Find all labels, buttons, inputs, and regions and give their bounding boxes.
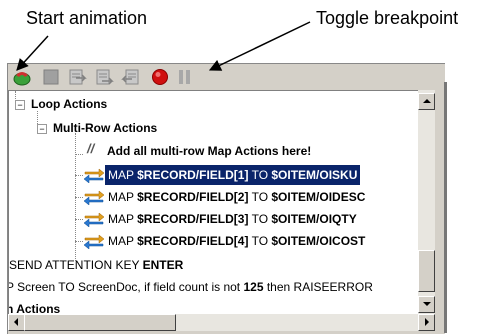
pause-button[interactable] [175, 67, 195, 87]
step-over-icon [96, 69, 114, 85]
map-prefix: MAP [108, 168, 138, 182]
step-into-button[interactable] [67, 67, 87, 87]
map-to: TO [248, 234, 272, 248]
arrow-right-icon [425, 318, 429, 326]
map-target: $OITEM/OIQTY [271, 212, 357, 226]
pause-icon [179, 70, 190, 84]
horizontal-scrollbar[interactable] [8, 314, 435, 331]
breakpoint-red-dot-icon [152, 69, 168, 85]
comment-text: Add all multi-row Map Actions here! [107, 144, 312, 158]
map-prefix: MAP [108, 190, 138, 204]
node-label: Loop Actions [31, 97, 108, 111]
send-attention-key: ENTER [142, 258, 184, 272]
scroll-left-button[interactable] [8, 314, 25, 331]
animation-icon [13, 72, 31, 86]
start-animation-button[interactable] [12, 67, 32, 87]
map-to: TO [248, 190, 272, 204]
node-label: Multi-Row Actions [53, 121, 158, 135]
tree-node-map-2[interactable]: MAP $RECORD/FIELD[2] TO $OITEM/OIDESC [108, 187, 365, 207]
map-field: $RECORD/FIELD[1] [137, 168, 249, 182]
map-arrows-icon [83, 212, 105, 227]
map-target: $OITEM/OIDESC [271, 190, 366, 204]
map-target: $OITEM/OISKU [271, 168, 358, 182]
stop-button[interactable] [41, 67, 61, 87]
vertical-scrollbar[interactable] [418, 90, 435, 314]
map-field: $RECORD/FIELD[4] [137, 234, 249, 248]
arrow-up-icon [423, 99, 431, 103]
map-field: $RECORD/FIELD[2] [137, 190, 249, 204]
stop-square-icon [43, 69, 59, 85]
map-prefix: MAP [108, 234, 138, 248]
tree-node-comment[interactable]: Add all multi-row Map Actions here! [107, 141, 311, 161]
action-tree: − Loop Actions − Multi-Row Actions // Ad… [8, 90, 419, 315]
step-out-button[interactable] [121, 67, 141, 87]
window-shadow [444, 82, 447, 333]
arrow-left-icon [14, 318, 18, 326]
arrow-down-icon [423, 302, 431, 306]
screen-line-suffix: then RAISEERROR [263, 280, 373, 294]
horizontal-scroll-thumb[interactable] [24, 314, 176, 331]
start-animation-callout: Start animation [26, 8, 148, 28]
map-arrows-icon [83, 190, 105, 205]
tree-node-partial[interactable]: n Actions [9, 299, 60, 315]
step-into-icon [69, 69, 87, 85]
toggle-breakpoint-button[interactable] [150, 67, 170, 87]
screen-line-prefix: P Screen TO ScreenDoc, if field count is… [8, 280, 244, 294]
scroll-down-button[interactable] [418, 296, 435, 313]
tree-node-map-3[interactable]: MAP $RECORD/FIELD[3] TO $OITEM/OIQTY [108, 209, 357, 229]
map-arrows-icon [83, 168, 105, 183]
map-to: TO [248, 168, 272, 182]
tree-node-send-attention[interactable]: SEND ATTENTION KEY ENTER [9, 255, 183, 275]
toggle-breakpoint-callout: Toggle breakpoint [316, 8, 459, 28]
scroll-up-button[interactable] [418, 93, 435, 110]
map-field: $RECORD/FIELD[3] [137, 212, 249, 226]
map-target: $OITEM/OICOST [271, 234, 366, 248]
step-out-icon [121, 69, 139, 85]
map-prefix: MAP [108, 212, 138, 226]
map-arrows-icon [83, 234, 105, 249]
tree-node-multi-row-actions[interactable]: Multi-Row Actions [53, 118, 157, 138]
toolbar [8, 64, 444, 90]
step-over-button[interactable] [94, 67, 114, 87]
scroll-right-button[interactable] [418, 314, 435, 331]
collapse-toggle-loop[interactable]: − [15, 100, 25, 110]
vertical-scroll-thumb[interactable] [418, 250, 435, 292]
map-to: TO [248, 212, 272, 226]
tree-node-loop-actions[interactable]: Loop Actions [31, 94, 107, 114]
tree-node-map-4[interactable]: MAP $RECORD/FIELD[4] TO $OITEM/OICOST [108, 231, 365, 251]
collapse-toggle-multi-row[interactable]: − [37, 124, 47, 134]
comment-icon: // [87, 141, 95, 156]
tree-node-screen-check[interactable]: P Screen TO ScreenDoc, if field count is… [8, 277, 373, 297]
send-attention-prefix: SEND ATTENTION KEY [9, 258, 143, 272]
screen-line-count: 125 [243, 280, 264, 294]
tree-node-map-1[interactable]: MAP $RECORD/FIELD[1] TO $OITEM/OISKU [105, 165, 361, 185]
